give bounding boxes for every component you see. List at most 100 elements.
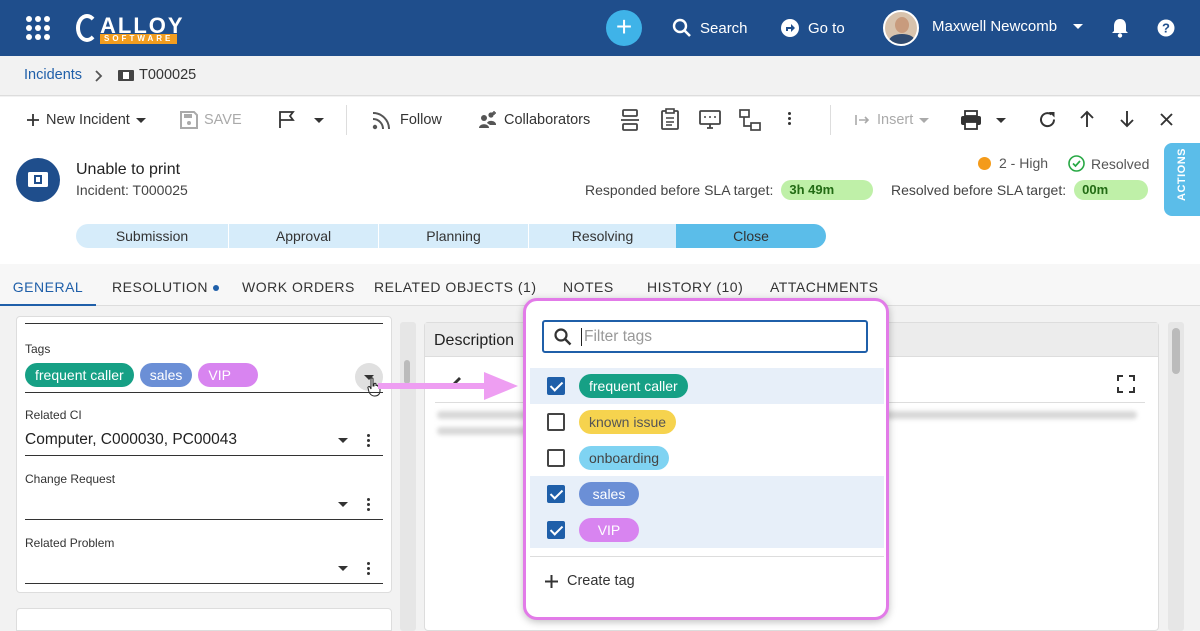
tab-work-orders[interactable]: WORK ORDERS (242, 264, 355, 306)
goto-button[interactable]: Go to (780, 18, 845, 38)
toolbar-divider (346, 105, 347, 135)
filter-tags-placeholder: Filter tags (584, 328, 653, 345)
clipboard-icon[interactable] (661, 108, 679, 130)
quick-create-button[interactable]: + (606, 10, 642, 46)
app-launcher-icon[interactable] (26, 16, 50, 40)
new-incident-label: New Incident (46, 112, 130, 128)
incident-title: Unable to print (76, 161, 181, 178)
responded-sla-badge: 3h 49m (781, 180, 874, 200)
chevron-down-icon[interactable] (338, 502, 348, 507)
tab-label: RESOLUTION (112, 279, 209, 295)
checkbox-checked[interactable] (547, 377, 565, 395)
user-avatar[interactable] (883, 10, 919, 46)
more-options-icon[interactable] (367, 434, 371, 447)
chevron-down-icon (996, 117, 1006, 123)
help-icon[interactable]: ? (1157, 19, 1175, 37)
tag-chip: sales (139, 363, 193, 387)
tab-related-objects[interactable]: RELATED OBJECTS (1) (374, 264, 537, 306)
tag-option-sales[interactable]: sales (530, 476, 884, 512)
incident-avatar (16, 158, 60, 202)
related-ci-value[interactable]: Computer, C000030, PC00043 (25, 431, 237, 449)
save-button[interactable]: SAVE (180, 97, 242, 143)
new-incident-button[interactable]: New Incident (26, 97, 146, 143)
arrow-up-icon[interactable] (1079, 110, 1095, 128)
toolbar: New Incident SAVE Follow Collaborators I… (0, 97, 1200, 143)
flag-button[interactable] (278, 97, 324, 143)
plus-icon (545, 574, 558, 588)
user-menu[interactable]: Maxwell Newcomb (932, 18, 1084, 35)
description-title: Description (434, 332, 515, 349)
related-problem-field[interactable] (25, 583, 383, 584)
description-text-blurred (437, 427, 527, 435)
plus-icon (27, 114, 39, 126)
checkbox-checked[interactable] (547, 521, 565, 539)
tag-option-label: onboarding (579, 446, 670, 470)
resolved-sla-label: Resolved before SLA target: (891, 182, 1067, 198)
bell-icon[interactable] (1111, 18, 1129, 38)
scrollbar[interactable] (1168, 322, 1184, 631)
breadcrumb-incidents-link[interactable]: Incidents (24, 67, 82, 83)
search-icon (672, 18, 691, 37)
chevron-down-icon[interactable] (338, 566, 348, 571)
print-button[interactable] (960, 97, 1006, 143)
monitor-icon[interactable] (699, 110, 721, 130)
close-icon[interactable] (1160, 113, 1173, 126)
tag-option-frequent-caller[interactable]: frequent caller (530, 368, 884, 404)
stage-label: Submission (115, 228, 189, 244)
breadcrumb-current: T000025 (139, 67, 197, 83)
priority-label: 2 - High (999, 155, 1049, 171)
more-options-icon[interactable] (788, 112, 792, 125)
actions-tab-label: ACTIONS (1176, 148, 1188, 201)
workflow-icon[interactable] (620, 109, 640, 131)
next-panel (16, 608, 392, 631)
tag-option-vip[interactable]: VIP (530, 512, 884, 548)
checkbox-unchecked[interactable] (547, 413, 565, 431)
tab-label: ATTACHMENTS (770, 279, 879, 295)
checkbox-unchecked[interactable] (547, 449, 565, 467)
resolved-sla: Resolved before SLA target: 00m (891, 180, 1149, 200)
stage-close: Close (676, 224, 826, 248)
tag-option-known-issue[interactable]: known issue (530, 404, 884, 440)
actions-tab[interactable]: ACTIONS (1164, 143, 1200, 216)
insert-label: Insert (877, 112, 914, 128)
tab-label: RELATED OBJECTS (1) (374, 279, 537, 295)
more-options-icon[interactable] (367, 562, 371, 575)
tab-general[interactable]: GENERAL (0, 264, 96, 306)
change-request-field[interactable] (25, 519, 383, 520)
collaborators-button[interactable]: Collaborators (478, 97, 590, 143)
refresh-icon[interactable] (1038, 110, 1057, 129)
insert-button[interactable]: Insert (855, 97, 930, 143)
checkbox-checked[interactable] (547, 485, 565, 503)
stage-resolving: Resolving (528, 224, 676, 248)
tag-chip: VIP (198, 363, 259, 387)
stage-label: Resolving (571, 228, 634, 244)
search-button[interactable]: Search (672, 18, 748, 38)
chevron-down-icon (1073, 24, 1084, 29)
create-tag-button[interactable]: Create tag (544, 573, 635, 589)
rss-icon (372, 112, 390, 130)
more-options-icon[interactable] (367, 498, 371, 511)
incident-subtitle: Incident: T000025 (76, 182, 188, 198)
follow-button[interactable]: Follow (372, 97, 442, 143)
tab-label: NOTES (563, 279, 614, 295)
tags-label: Tags (25, 342, 51, 356)
tags-field[interactable]: frequent caller sales VIP (25, 363, 259, 387)
scrollbar-thumb[interactable] (1172, 328, 1180, 374)
related-problem-label: Related Problem (25, 536, 115, 550)
arrow-down-icon[interactable] (1119, 110, 1135, 128)
filter-tags-input[interactable]: Filter tags (542, 320, 868, 353)
goto-label: Go to (808, 19, 845, 37)
tab-resolution[interactable]: RESOLUTION (112, 264, 220, 306)
hierarchy-icon[interactable] (739, 109, 761, 131)
stage-label: Close (733, 228, 769, 244)
flag-icon (279, 111, 295, 128)
save-icon (180, 111, 198, 129)
change-request-label: Change Request (25, 472, 116, 486)
resolved-sla-badge: 00m (1074, 180, 1149, 200)
check-circle-icon (1068, 155, 1085, 172)
alloy-logo[interactable]: ALLOY SOFTWARE (76, 12, 192, 46)
fullscreen-icon[interactable] (1117, 375, 1135, 393)
chevron-down-icon[interactable] (338, 438, 348, 443)
tag-option-onboarding[interactable]: onboarding (530, 440, 884, 476)
general-form-panel: Tags frequent caller sales VIP Related C… (16, 316, 392, 593)
